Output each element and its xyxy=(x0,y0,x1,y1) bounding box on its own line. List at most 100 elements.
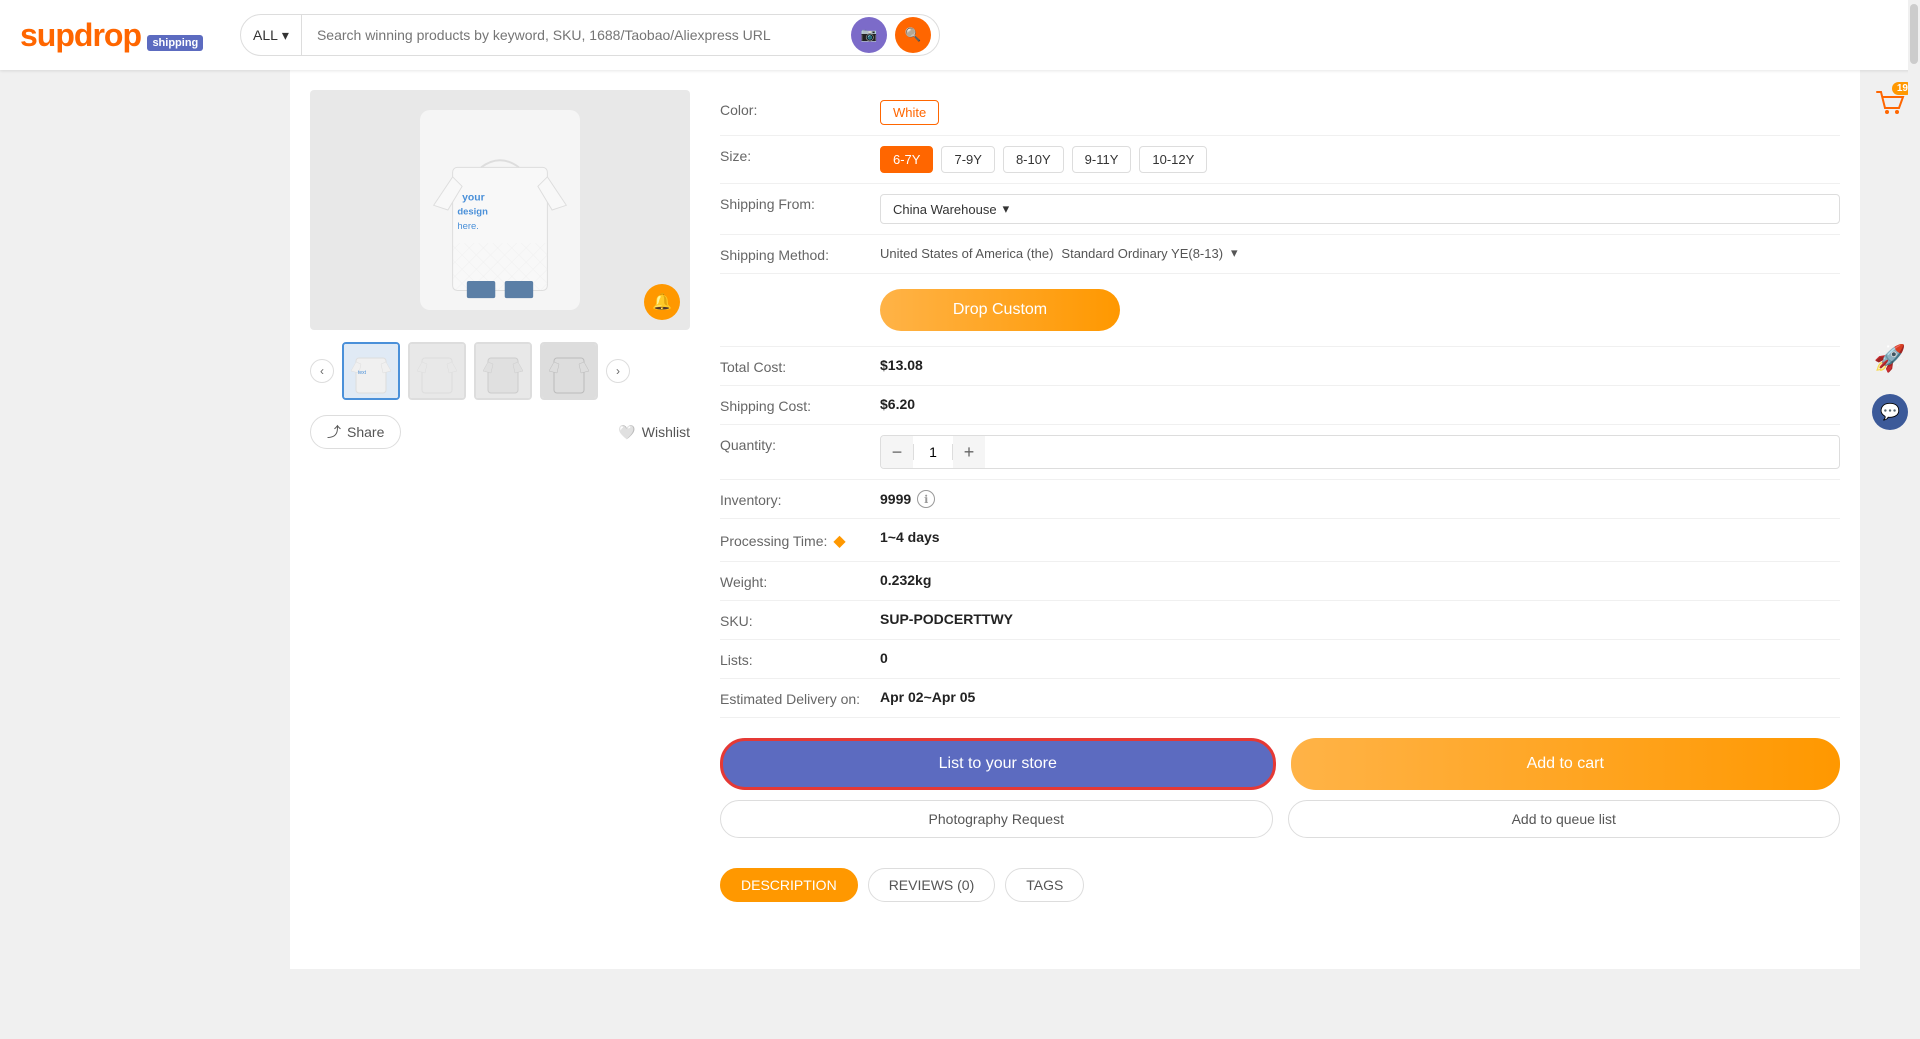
scrollbar-thumb[interactable] xyxy=(1910,4,1918,64)
tab-tags[interactable]: TAGS xyxy=(1005,868,1084,902)
svg-text:design: design xyxy=(457,207,488,218)
action-row: ⤴ Share 🤍 Wishlist xyxy=(310,415,690,449)
cart-icon-wrapper[interactable]: 19 xyxy=(1875,90,1905,123)
svg-text:here.: here. xyxy=(457,221,479,232)
drop-custom-button[interactable]: Drop Custom xyxy=(880,289,1120,331)
weight-value: 0.232kg xyxy=(880,572,1840,588)
quantity-input[interactable] xyxy=(913,444,953,460)
size-btn-67y[interactable]: 6-7Y xyxy=(880,146,933,173)
size-options: 6-7Y 7-9Y 8-10Y 9-11Y 10-12Y xyxy=(880,146,1840,173)
total-cost-value: $13.08 xyxy=(880,357,1840,373)
main-product-image: your design here. 🔔 xyxy=(310,90,690,330)
processing-time-label: Processing Time: ◆ xyxy=(720,529,880,551)
inventory-value: 9999 ℹ xyxy=(880,490,1840,508)
shipping-from-value: China Warehouse ▾ xyxy=(880,194,1840,224)
inventory-label: Inventory: xyxy=(720,490,880,508)
scrollbar[interactable] xyxy=(1908,0,1920,969)
shipping-from-row: Shipping From: China Warehouse ▾ xyxy=(720,184,1840,235)
product-details: Color: White Size: 6-7Y 7-9Y 8-10Y 9-11Y xyxy=(720,90,1840,949)
thumbnail-4[interactable] xyxy=(540,342,598,400)
size-btn-79y[interactable]: 7-9Y xyxy=(941,146,994,173)
size-row: Size: 6-7Y 7-9Y 8-10Y 9-11Y 10-12Y xyxy=(720,136,1840,184)
product-area: your design here. 🔔 xyxy=(290,70,1860,969)
chat-icon[interactable]: 💬 xyxy=(1872,394,1908,430)
logo-area: supdrop shipping xyxy=(20,17,220,54)
camera-search-button[interactable]: 📷 xyxy=(851,17,887,53)
size-btn-810y[interactable]: 8-10Y xyxy=(1003,146,1064,173)
logo-text: supdrop xyxy=(20,17,141,53)
upload-bell-button[interactable]: 🔔 xyxy=(644,284,680,320)
weight-row: Weight: 0.232kg xyxy=(720,562,1840,601)
processing-time-value: 1~4 days xyxy=(880,529,1840,545)
shipping-from-dropdown[interactable]: China Warehouse ▾ xyxy=(880,194,1840,224)
quantity-stepper: − + xyxy=(880,435,1840,469)
rocket-icon[interactable]: 🚀 xyxy=(1874,343,1906,374)
list-to-store-button[interactable]: List to your store xyxy=(720,738,1276,790)
add-to-queue-button[interactable]: Add to queue list xyxy=(1288,800,1841,838)
drop-custom-area: Drop Custom xyxy=(720,274,1840,347)
svg-text:your: your xyxy=(462,193,485,204)
tab-reviews[interactable]: REVIEWS (0) xyxy=(868,868,996,902)
sku-value: SUP-PODCERTTWY xyxy=(880,611,1840,627)
inventory-info-icon[interactable]: ℹ xyxy=(917,490,935,508)
sweater-visual: your design here. xyxy=(420,110,580,310)
color-options: White xyxy=(880,100,1840,125)
svg-text:text: text xyxy=(358,370,367,376)
photography-request-button[interactable]: Photography Request xyxy=(720,800,1273,838)
estimated-delivery-value: Apr 02~Apr 05 xyxy=(880,689,1840,705)
thumbnail-1[interactable]: text xyxy=(342,342,400,400)
sku-label: SKU: xyxy=(720,611,880,629)
logo-shipping-badge: shipping xyxy=(147,35,203,51)
shipping-method-label: Shipping Method: xyxy=(720,245,880,263)
shipping-cost-value: $6.20 xyxy=(880,396,1840,412)
shipping-cost-row: Shipping Cost: $6.20 xyxy=(720,386,1840,425)
sidebar-left xyxy=(0,70,290,969)
tab-description[interactable]: DESCRIPTION xyxy=(720,868,858,902)
product-images-section: your design here. 🔔 xyxy=(310,90,690,949)
color-row: Color: White xyxy=(720,90,1840,136)
size-label: Size: xyxy=(720,146,880,164)
color-btn-white[interactable]: White xyxy=(880,100,939,125)
secondary-buttons-row: Photography Request Add to queue list xyxy=(720,800,1840,838)
search-icons: 📷 🔍 xyxy=(851,17,939,53)
sku-row: SKU: SUP-PODCERTTWY xyxy=(720,601,1840,640)
processing-time-row: Processing Time: ◆ 1~4 days xyxy=(720,519,1840,562)
quantity-decrease-button[interactable]: − xyxy=(881,436,913,468)
quantity-label: Quantity: xyxy=(720,435,880,453)
wishlist-button[interactable]: 🤍 Wishlist xyxy=(618,424,690,441)
weight-label: Weight: xyxy=(720,572,880,590)
lists-label: Lists: xyxy=(720,650,880,668)
estimated-delivery-row: Estimated Delivery on: Apr 02~Apr 05 xyxy=(720,679,1840,718)
bottom-buttons: List to your store Add to cart Photograp… xyxy=(720,718,1840,848)
shipping-cost-label: Shipping Cost: xyxy=(720,396,880,414)
shipping-method-value: United States of America (the) Standard … xyxy=(880,245,1840,261)
search-all-dropdown[interactable]: ALL ▾ xyxy=(241,15,302,55)
thumbnails-list: text xyxy=(342,342,598,400)
lists-row: Lists: 0 xyxy=(720,640,1840,679)
search-input[interactable] xyxy=(302,27,851,43)
size-btn-911y[interactable]: 9-11Y xyxy=(1072,146,1132,173)
search-bar: ALL ▾ 📷 🔍 xyxy=(240,14,940,56)
size-btn-1012y[interactable]: 10-12Y xyxy=(1139,146,1207,173)
thumbnail-nav: ‹ text xyxy=(310,342,690,400)
search-button[interactable]: 🔍 xyxy=(895,17,931,53)
sweater-svg: your design here. xyxy=(430,120,570,300)
main-content: your design here. 🔔 xyxy=(0,70,1920,969)
add-to-cart-button[interactable]: Add to cart xyxy=(1291,738,1841,790)
next-thumbnail-arrow[interactable]: › xyxy=(606,359,630,383)
lists-value: 0 xyxy=(880,650,1840,666)
color-label: Color: xyxy=(720,100,880,118)
inventory-row: Inventory: 9999 ℹ xyxy=(720,480,1840,519)
share-button[interactable]: ⤴ Share xyxy=(310,415,401,449)
total-cost-row: Total Cost: $13.08 xyxy=(720,347,1840,386)
total-cost-label: Total Cost: xyxy=(720,357,880,375)
header: supdrop shipping ALL ▾ 📷 🔍 xyxy=(0,0,1920,70)
thumbnail-3[interactable] xyxy=(474,342,532,400)
estimated-delivery-label: Estimated Delivery on: xyxy=(720,689,880,707)
shipping-method-row: Shipping Method: United States of Americ… xyxy=(720,235,1840,274)
quantity-increase-button[interactable]: + xyxy=(953,436,985,468)
processing-diamond-icon: ◆ xyxy=(833,531,845,551)
thumbnail-2[interactable] xyxy=(408,342,466,400)
prev-thumbnail-arrow[interactable]: ‹ xyxy=(310,359,334,383)
product-tabs: DESCRIPTION REVIEWS (0) TAGS xyxy=(720,848,1840,902)
